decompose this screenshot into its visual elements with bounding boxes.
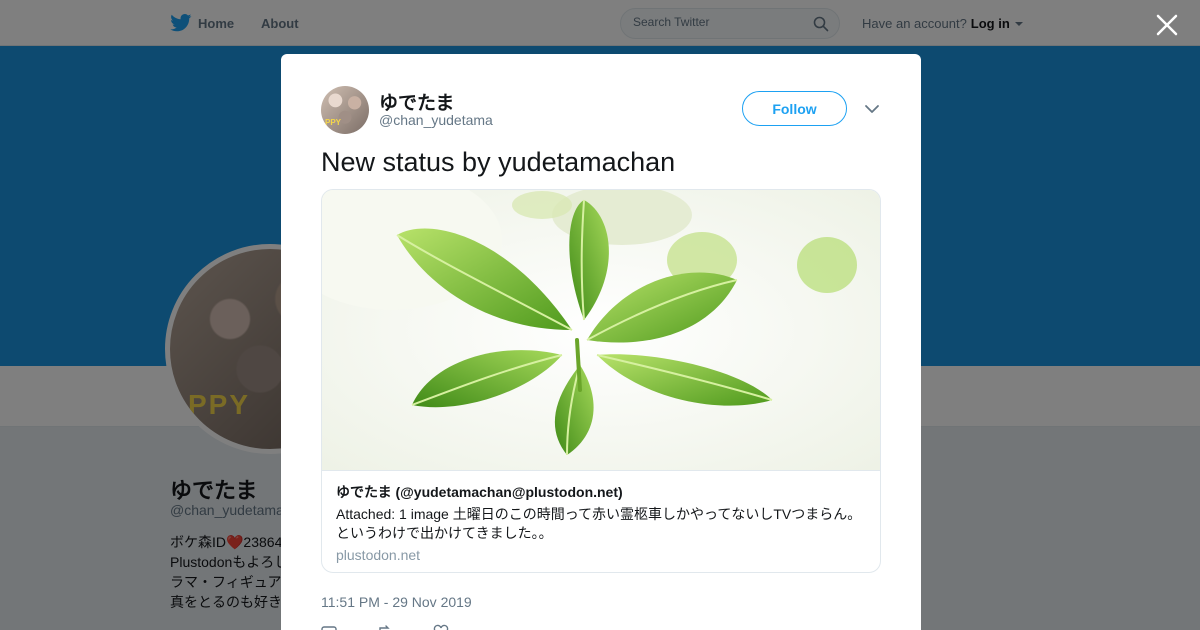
avatar-decoration: PPY xyxy=(325,118,342,127)
author-handle[interactable]: @chan_yudetama xyxy=(379,112,493,128)
card-title: ゆでたま (@yudetamachan@plustodon.net) xyxy=(336,484,623,500)
close-icon[interactable] xyxy=(1154,12,1180,38)
card-domain: plustodon.net xyxy=(336,547,421,563)
link-card[interactable]: ゆでたま (@yudetamachan@plustodon.net) Attac… xyxy=(321,189,881,573)
tweet-timestamp[interactable]: 11:51 PM - 29 Nov 2019 xyxy=(321,594,472,610)
card-body: ゆでたま (@yudetamachan@plustodon.net) Attac… xyxy=(322,470,880,572)
tweet-actions xyxy=(321,624,449,630)
tweet-text: New status by yudetamachan xyxy=(321,147,676,177)
author-avatar[interactable]: PPY xyxy=(321,86,369,134)
card-image xyxy=(322,190,880,470)
tweet-modal: PPY ゆでたま @chan_yudetama Follow New statu… xyxy=(281,54,921,630)
mint-leaves-image xyxy=(322,190,880,470)
follow-button[interactable]: Follow xyxy=(742,91,847,126)
reply-icon[interactable] xyxy=(321,624,337,630)
like-icon[interactable] xyxy=(433,624,449,630)
author-display-name[interactable]: ゆでたま xyxy=(379,88,454,115)
chevron-down-icon[interactable] xyxy=(864,101,880,117)
card-description: Attached: 1 image 土曜日のこの時間って赤い霊柩車しかやってない… xyxy=(336,506,862,541)
retweet-icon[interactable] xyxy=(377,624,393,630)
